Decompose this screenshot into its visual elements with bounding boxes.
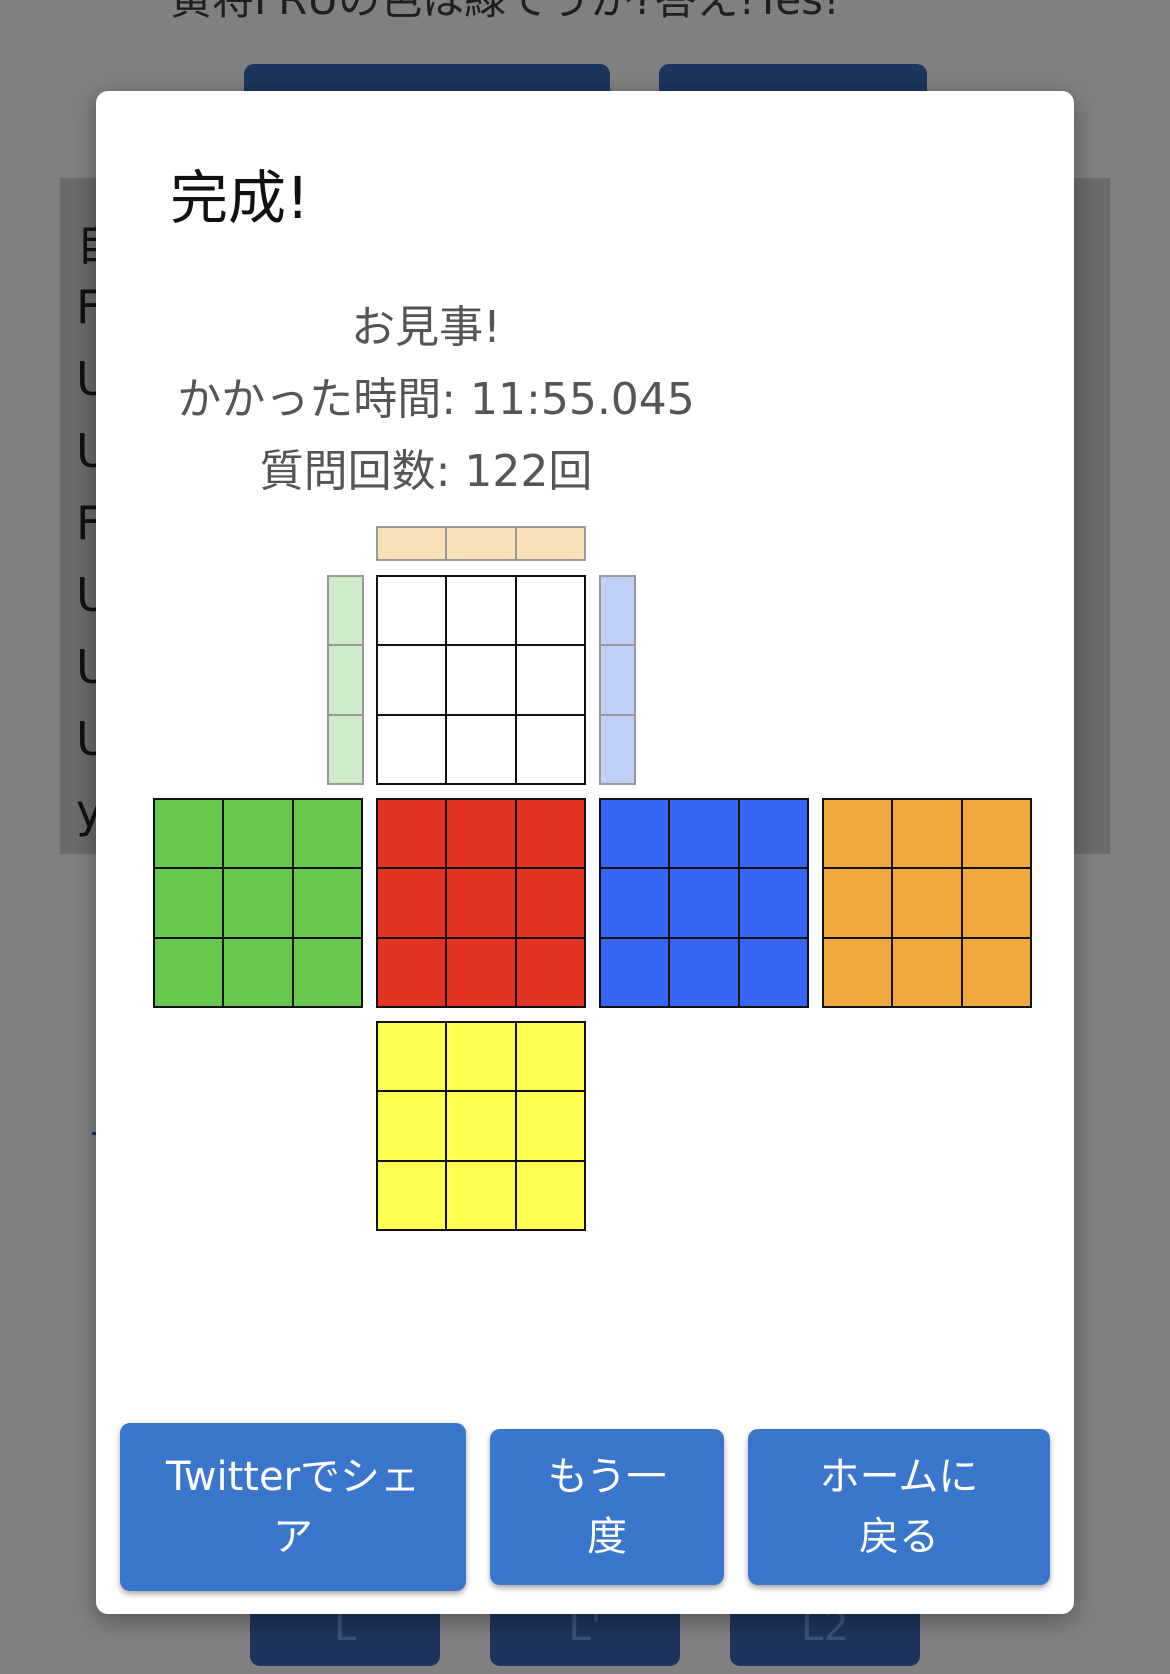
cube-edge-sticker	[328, 576, 363, 646]
cube-face-up	[376, 575, 586, 785]
cube-sticker	[738, 868, 808, 938]
cube-sticker	[600, 868, 670, 938]
cube-sticker	[154, 937, 224, 1007]
cube-sticker	[223, 799, 293, 869]
cube-edge-sticker	[377, 527, 447, 560]
cube-sticker	[515, 714, 585, 784]
congrats-message: お見事!	[351, 302, 501, 353]
cube-sticker	[292, 868, 362, 938]
cube-sticker	[377, 799, 447, 869]
elapsed-time: かかった時間: 11:55.045	[177, 374, 695, 425]
cube-sticker	[446, 1160, 516, 1230]
cube-sticker	[515, 868, 585, 938]
cube-sticker	[377, 1091, 447, 1161]
cube-sticker	[823, 799, 893, 869]
cube-sticker	[823, 868, 893, 938]
cube-sticker	[377, 937, 447, 1007]
cube-edge-sticker	[328, 714, 363, 784]
cube-sticker	[377, 576, 447, 646]
cube-edge-sticker	[600, 714, 635, 784]
cube-sticker	[961, 799, 1031, 869]
cube-sticker	[446, 1022, 516, 1092]
up-right-edge-strip	[599, 575, 636, 785]
cube-sticker	[669, 937, 739, 1007]
cube-edge-sticker	[515, 527, 585, 560]
cube-face-left	[153, 798, 363, 1008]
cube-sticker	[600, 937, 670, 1007]
cube-sticker	[154, 868, 224, 938]
cube-sticker	[892, 868, 962, 938]
cube-sticker	[892, 799, 962, 869]
cube-face-back	[822, 798, 1032, 1008]
dialog-title: 完成!	[170, 164, 310, 232]
cube-edge-sticker	[328, 645, 363, 715]
home-button[interactable]: ホームに戻る	[748, 1429, 1050, 1585]
background-header-text: 黄将FRUの色は緑でうか?答え!Yes!	[170, 0, 840, 27]
cube-sticker	[515, 576, 585, 646]
cube-face-down	[376, 1021, 586, 1231]
cube-sticker	[892, 937, 962, 1007]
cube-sticker	[223, 937, 293, 1007]
cube-sticker	[515, 1160, 585, 1230]
cube-sticker	[515, 1022, 585, 1092]
cube-sticker	[446, 799, 516, 869]
cube-sticker	[515, 799, 585, 869]
cube-sticker	[292, 799, 362, 869]
cube-sticker	[446, 645, 516, 715]
cube-sticker	[223, 868, 293, 938]
completion-dialog: 完成! お見事! かかった時間: 11:55.045 質問回数: 122回 Tw…	[96, 91, 1074, 1614]
cube-sticker	[377, 1022, 447, 1092]
cube-sticker	[515, 645, 585, 715]
cube-sticker	[823, 937, 893, 1007]
cube-sticker	[446, 868, 516, 938]
cube-sticker	[738, 799, 808, 869]
cube-sticker	[961, 937, 1031, 1007]
cube-sticker	[961, 868, 1031, 938]
cube-face-front	[376, 798, 586, 1008]
up-left-edge-strip	[327, 575, 364, 785]
cube-sticker	[738, 937, 808, 1007]
cube-sticker	[377, 645, 447, 715]
up-back-edge-strip	[376, 526, 586, 561]
cube-sticker	[515, 937, 585, 1007]
cube-edge-sticker	[600, 576, 635, 646]
cube-sticker	[446, 576, 516, 646]
cube-sticker	[446, 714, 516, 784]
share-twitter-button[interactable]: Twitterでシェア	[120, 1423, 466, 1591]
question-count: 質問回数: 122回	[259, 446, 593, 497]
cube-sticker	[515, 1091, 585, 1161]
cube-sticker	[669, 799, 739, 869]
cube-sticker	[154, 799, 224, 869]
cube-edge-sticker	[600, 645, 635, 715]
cube-sticker	[446, 1091, 516, 1161]
cube-sticker	[377, 714, 447, 784]
cube-sticker	[600, 799, 670, 869]
cube-sticker	[446, 937, 516, 1007]
retry-button[interactable]: もう一度	[490, 1429, 724, 1585]
cube-edge-sticker	[446, 527, 516, 560]
cube-sticker	[669, 868, 739, 938]
cube-face-right	[599, 798, 809, 1008]
cube-sticker	[292, 937, 362, 1007]
cube-sticker	[377, 1160, 447, 1230]
cube-sticker	[377, 868, 447, 938]
